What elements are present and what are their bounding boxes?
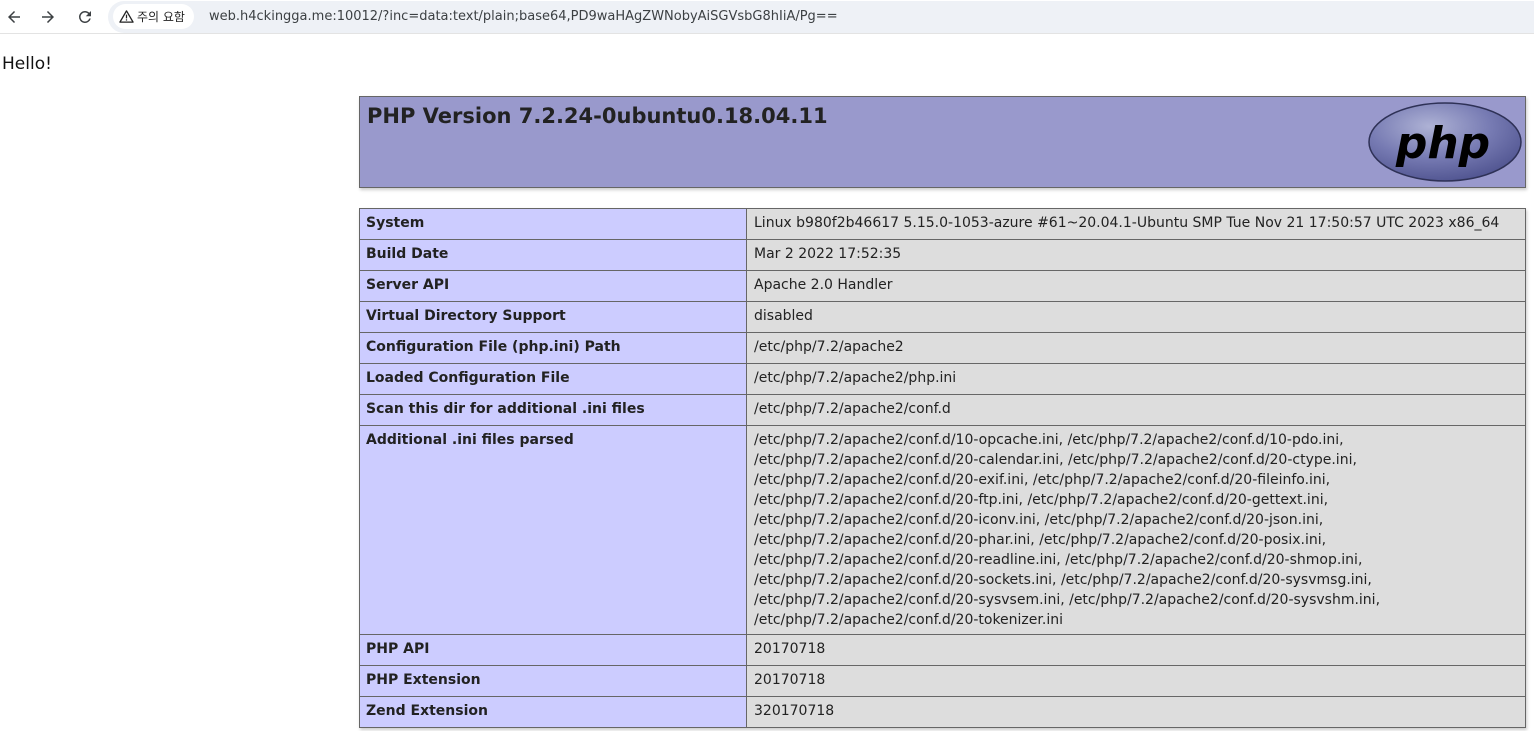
address-bar[interactable]: 주의 요함 web.h4ckingga.me:10012/?inc=data:t…	[108, 1, 1534, 33]
php-logo-text: php	[1395, 118, 1490, 169]
table-row: System Linux b980f2b46617 5.15.0-1053-az…	[359, 208, 1526, 240]
table-row: Scan this dir for additional .ini files …	[359, 394, 1526, 426]
table-row: Zend Extension 320170718	[359, 696, 1526, 728]
table-row: Server API Apache 2.0 Handler	[359, 270, 1526, 302]
row-key: Build Date	[359, 239, 747, 271]
ini-file-line: /etc/php/7.2/apache2/conf.d/20-iconv.ini…	[754, 512, 1324, 528]
row-key: PHP API	[359, 634, 747, 666]
row-key: Server API	[359, 270, 747, 302]
table-row: Build Date Mar 2 2022 17:52:35	[359, 239, 1526, 271]
ini-file-line: /etc/php/7.2/apache2/conf.d/20-sockets.i…	[754, 572, 1372, 588]
security-label: 주의 요함	[137, 10, 185, 24]
row-key: Additional .ini files parsed	[359, 425, 747, 635]
row-key: Virtual Directory Support	[359, 301, 747, 333]
forward-arrow-icon	[42, 11, 54, 23]
table-row: Virtual Directory Support disabled	[359, 301, 1526, 333]
row-key: PHP Extension	[359, 665, 747, 697]
ini-file-line: /etc/php/7.2/apache2/conf.d/20-tokenizer…	[754, 612, 1063, 628]
ini-file-line: /etc/php/7.2/apache2/conf.d/10-opcache.i…	[754, 432, 1344, 448]
row-value: /etc/php/7.2/apache2/php.ini	[746, 363, 1526, 395]
row-value: Linux b980f2b46617 5.15.0-1053-azure #61…	[746, 208, 1526, 240]
php-version-header: PHP Version 7.2.24-0ubuntu0.18.04.11 php	[359, 96, 1526, 188]
table-row: PHP API 20170718	[359, 634, 1526, 666]
forward-button[interactable]	[34, 3, 62, 31]
reload-button[interactable]	[71, 3, 99, 31]
ini-file-line: /etc/php/7.2/apache2/conf.d/20-calendar.…	[754, 452, 1357, 468]
row-key: System	[359, 208, 747, 240]
row-key: Loaded Configuration File	[359, 363, 747, 395]
back-button[interactable]	[0, 3, 28, 31]
ini-file-line: /etc/php/7.2/apache2/conf.d/20-ftp.ini, …	[754, 492, 1329, 508]
url-text[interactable]: web.h4ckingga.me:10012/?inc=data:text/pl…	[209, 1, 838, 33]
table-row: Loaded Configuration File /etc/php/7.2/a…	[359, 363, 1526, 395]
table-row: Configuration File (php.ini) Path /etc/p…	[359, 332, 1526, 364]
row-value: Apache 2.0 Handler	[746, 270, 1526, 302]
hello-text: Hello!	[2, 54, 52, 74]
row-value: /etc/php/7.2/apache2	[746, 332, 1526, 364]
row-key: Scan this dir for additional .ini files	[359, 394, 747, 426]
security-indicator[interactable]: 주의 요함	[113, 4, 194, 29]
row-value: 20170718	[746, 665, 1526, 697]
warning-triangle-icon	[119, 10, 134, 23]
back-arrow-icon	[8, 11, 20, 23]
row-key: Zend Extension	[359, 696, 747, 728]
row-value-multiline: /etc/php/7.2/apache2/conf.d/10-opcache.i…	[746, 425, 1526, 635]
row-value: disabled	[746, 301, 1526, 333]
php-logo[interactable]: php	[1365, 101, 1525, 183]
page-title: PHP Version 7.2.24-0ubuntu0.18.04.11	[367, 104, 828, 128]
row-value: Mar 2 2022 17:52:35	[746, 239, 1526, 271]
table-row: Additional .ini files parsed /etc/php/7.…	[359, 425, 1526, 635]
table-row: PHP Extension 20170718	[359, 665, 1526, 697]
row-key: Configuration File (php.ini) Path	[359, 332, 747, 364]
ini-file-line: /etc/php/7.2/apache2/conf.d/20-exif.ini,…	[754, 472, 1331, 488]
row-value: 20170718	[746, 634, 1526, 666]
reload-icon	[78, 10, 91, 23]
browser-toolbar: 주의 요함 web.h4ckingga.me:10012/?inc=data:t…	[0, 0, 1534, 34]
php-info-table: System Linux b980f2b46617 5.15.0-1053-az…	[359, 208, 1526, 728]
row-value: /etc/php/7.2/apache2/conf.d	[746, 394, 1526, 426]
ini-file-line: /etc/php/7.2/apache2/conf.d/20-readline.…	[754, 552, 1363, 568]
row-value: 320170718	[746, 696, 1526, 728]
ini-file-line: /etc/php/7.2/apache2/conf.d/20-sysvsem.i…	[754, 592, 1381, 608]
ini-file-line: /etc/php/7.2/apache2/conf.d/20-phar.ini,…	[754, 532, 1327, 548]
